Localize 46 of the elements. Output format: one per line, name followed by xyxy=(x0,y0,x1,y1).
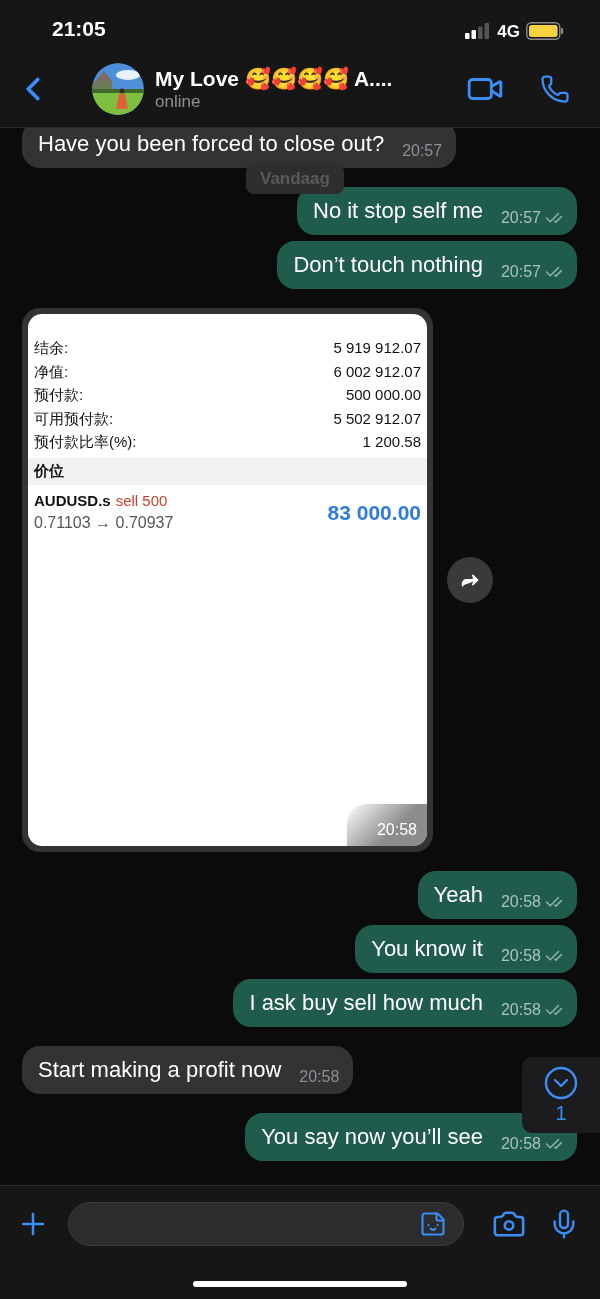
chevron-down-icon xyxy=(543,1065,579,1101)
message-time: 20:58 xyxy=(500,946,541,966)
account-label: 预付款: xyxy=(34,385,84,405)
profit-value: 83 000.00 xyxy=(327,499,421,526)
message-text: I ask buy sell how much xyxy=(249,989,483,1017)
message-text: You know it xyxy=(371,935,483,963)
screenshot-image[interactable]: 结余: 5 919 912.07 净值: 6 002 912.07 预付款: 500 000.00 可用预付款: 5 502 912.07 预付款比率(%): 1 200.58 价位 AUDUSD.s sell 500 0.71103 → 0.70937 83 000.00 20:58 xyxy=(28,314,427,846)
account-label: 结余: xyxy=(34,338,69,358)
account-label: 净值: xyxy=(34,361,69,382)
contact-status: online xyxy=(155,91,202,112)
message-text: Don’t touch nothing xyxy=(293,251,483,279)
message-time: 20:58 xyxy=(500,1134,541,1154)
sticker-icon[interactable] xyxy=(419,1210,447,1238)
message-time: 20:57 xyxy=(500,262,541,282)
message-text: You say now you’ll see xyxy=(261,1123,483,1151)
message-text: Start making a profit now xyxy=(38,1056,282,1084)
message-text: No it stop self me xyxy=(313,197,483,225)
account-value: 6 002 912.07 xyxy=(333,361,421,382)
call-button[interactable] xyxy=(540,73,570,104)
forward-button[interactable] xyxy=(447,557,493,603)
section-header: 价位 xyxy=(28,457,427,485)
network-type: 4G xyxy=(497,20,520,43)
account-value: 500 000.00 xyxy=(345,385,421,405)
message-input[interactable] xyxy=(68,1202,464,1246)
message-time: 20:58 xyxy=(299,1067,340,1087)
message-time: 20:57 xyxy=(500,208,541,228)
clock-time: 21:05 xyxy=(52,15,106,42)
scroll-down-button[interactable]: 1 xyxy=(522,1057,600,1133)
account-value: 1 200.58 xyxy=(362,432,421,452)
phone-icon xyxy=(540,73,570,104)
battery-icon xyxy=(526,22,564,41)
message-time: 20:58 xyxy=(346,804,427,846)
account-label: 可用预付款: xyxy=(34,408,114,429)
message-time: 20:58 xyxy=(500,892,541,912)
message-text: Have you been forced to close out? xyxy=(38,130,385,158)
message-text: Yeah xyxy=(433,881,483,909)
account-value: 5 919 912.07 xyxy=(333,338,421,358)
contact-name[interactable]: My Love 🥰🥰🥰🥰 A.... xyxy=(155,65,435,92)
order-type: sell 500 xyxy=(115,490,168,511)
account-label: 预付款比率(%): xyxy=(34,432,137,452)
account-value: 5 502 912.07 xyxy=(333,408,421,429)
price-change: 0.71103 → 0.70937 xyxy=(34,512,174,533)
signal-icon xyxy=(465,23,492,40)
message-time: 20:58 xyxy=(500,1000,541,1020)
symbol-name: AUDUSD.s xyxy=(34,490,111,511)
message-time: 20:57 xyxy=(402,141,443,161)
